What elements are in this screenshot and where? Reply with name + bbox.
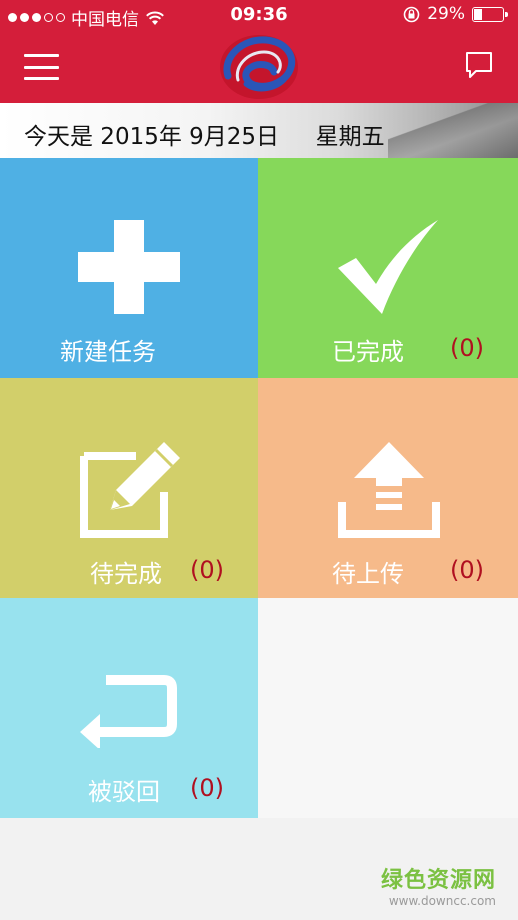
date-text: 今天是 2015年 9月25日 星期五: [24, 124, 385, 150]
new-task-tile[interactable]: 新建任务: [0, 158, 258, 378]
pending-count: (0): [190, 556, 224, 584]
chat-bubble-icon[interactable]: [464, 50, 494, 80]
banner-background-image: [388, 103, 518, 158]
completed-count: (0): [450, 334, 484, 362]
completed-tile[interactable]: 已完成 (0): [258, 158, 518, 378]
watermark: 绿色资源网 www.downcc.com: [381, 862, 496, 908]
app-screen: 中国电信 09:36 29% 今天是 2015年 9月25日 星期五 新建任务 …: [0, 0, 518, 920]
orientation-lock-icon: [403, 6, 420, 22]
completed-label: 已完成: [332, 338, 404, 366]
status-right: 29%: [403, 4, 508, 24]
battery-percent: 29%: [427, 4, 465, 24]
empty-area: [258, 598, 518, 818]
pending-tile[interactable]: 待完成 (0): [0, 378, 258, 598]
upload-label: 待上传: [332, 560, 404, 588]
upload-icon: [338, 442, 440, 538]
logo: [220, 35, 298, 99]
checkmark-icon: [338, 220, 438, 314]
nav-bar: [0, 30, 518, 103]
return-arrow-icon: [80, 675, 177, 748]
hamburger-icon[interactable]: [24, 54, 59, 80]
rejected-label: 被驳回: [88, 778, 160, 806]
edit-icon: [80, 442, 180, 538]
upload-count: (0): [450, 556, 484, 584]
rejected-tile[interactable]: 被驳回 (0): [0, 598, 258, 818]
rejected-count: (0): [190, 774, 224, 802]
status-bar: 中国电信 09:36 29%: [0, 0, 518, 30]
upload-tile[interactable]: 待上传 (0): [258, 378, 518, 598]
new-task-label: 新建任务: [60, 338, 156, 366]
watermark-title: 绿色资源网: [380, 868, 496, 893]
date-banner: 今天是 2015年 9月25日 星期五: [0, 103, 518, 158]
pending-label: 待完成: [90, 560, 162, 588]
battery-icon: [472, 6, 508, 22]
plus-icon: [78, 220, 180, 314]
watermark-url: www.downcc.com: [388, 894, 496, 908]
